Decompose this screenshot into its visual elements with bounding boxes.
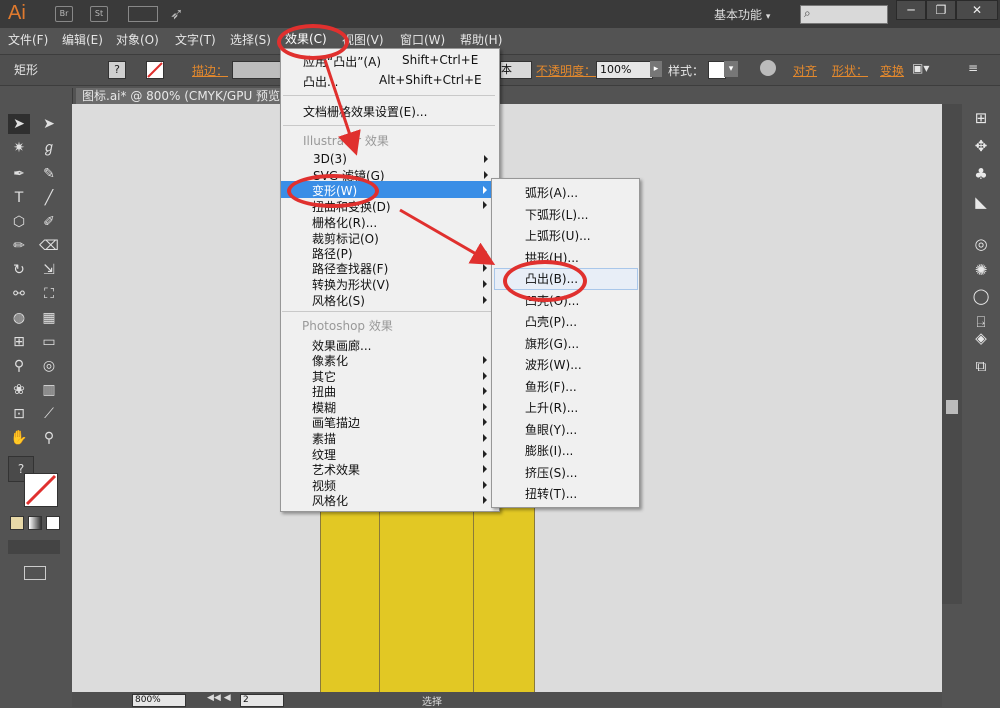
annotation-arrow-1 [323, 59, 361, 156]
annotation-arrow-2 [399, 208, 496, 266]
annotation-arrows [323, 59, 496, 266]
